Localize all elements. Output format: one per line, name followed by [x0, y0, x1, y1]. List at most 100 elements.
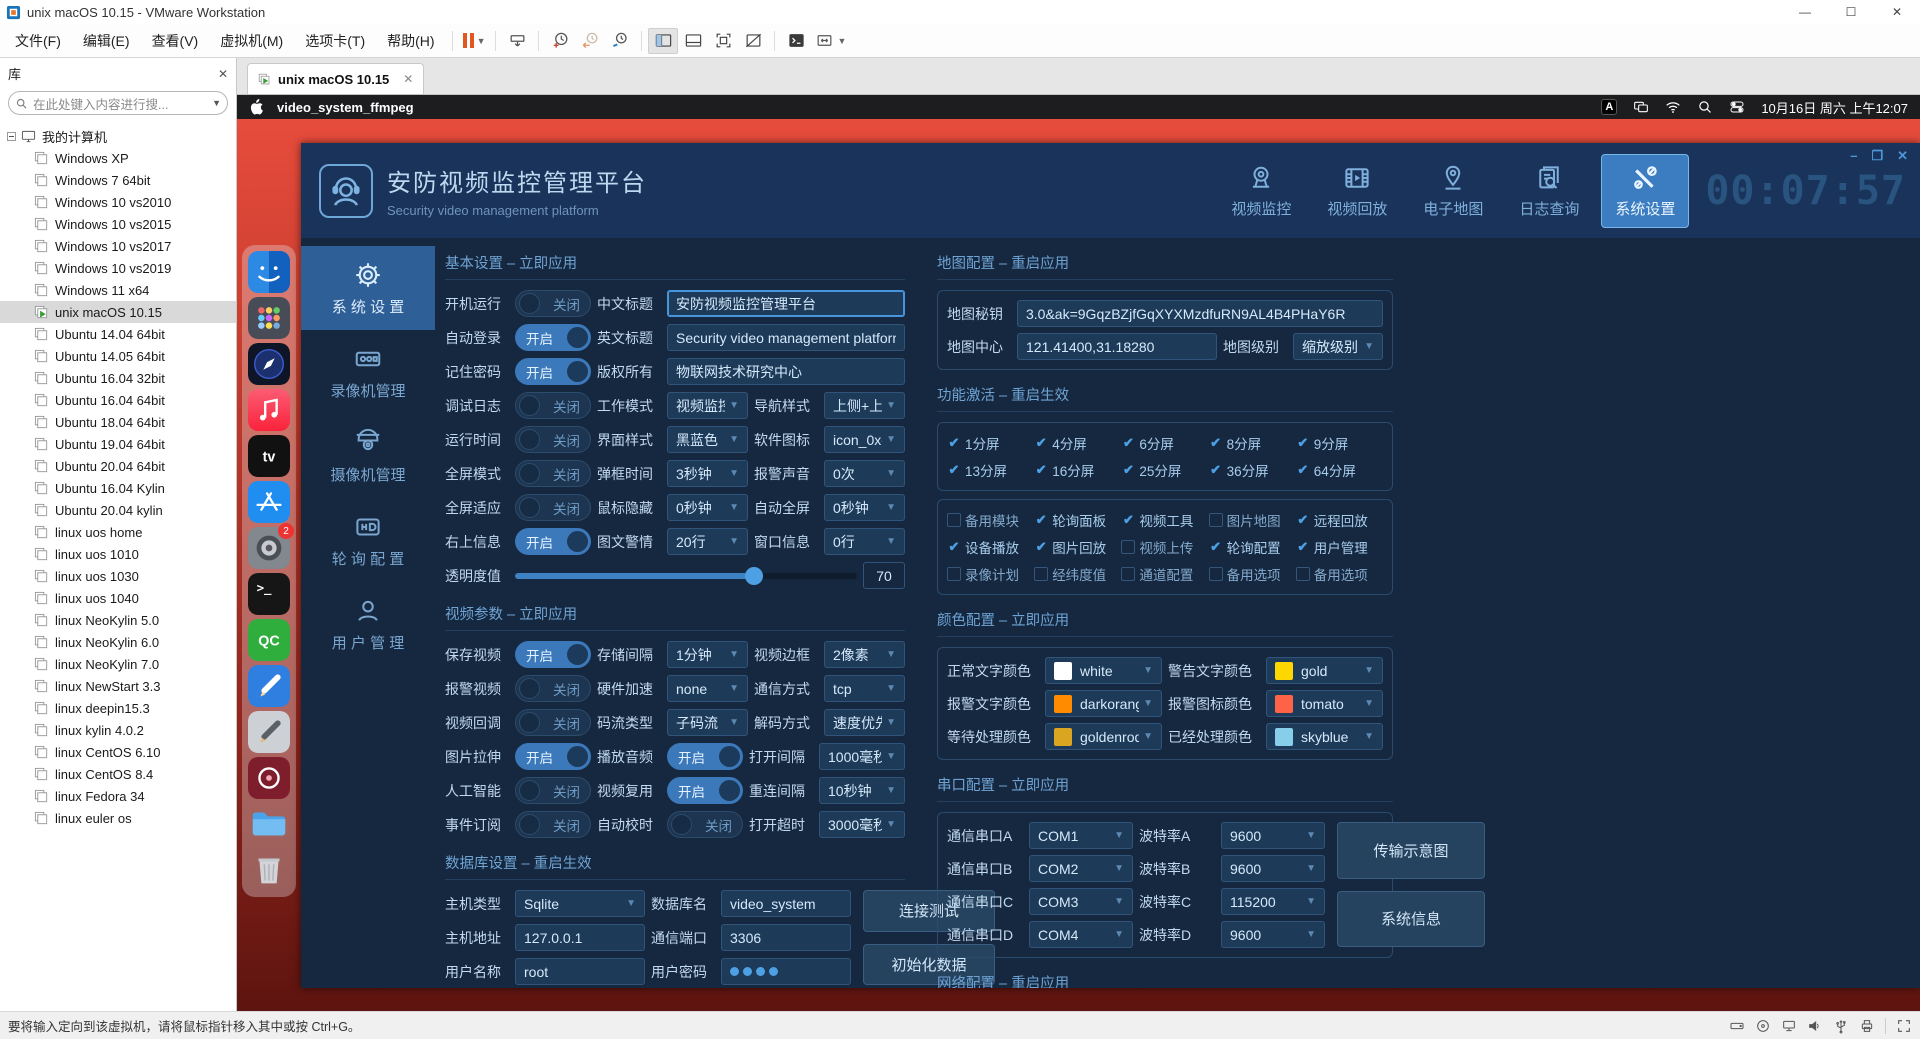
side-nav-item-rec[interactable]: 录像机管理: [301, 330, 435, 414]
toggle[interactable]: 开启: [667, 743, 743, 770]
vm-item[interactable]: Windows 10 vs2015: [0, 213, 236, 235]
toggle[interactable]: 关闭: [515, 811, 591, 838]
tree-root[interactable]: 我的计算机: [0, 125, 236, 147]
vm-item[interactable]: Ubuntu 20.04 kylin: [0, 499, 236, 521]
tab-close-icon[interactable]: ✕: [403, 72, 413, 86]
menu-item[interactable]: 虚拟机(M): [209, 25, 294, 57]
menu-item[interactable]: 选项卡(T): [294, 25, 376, 57]
slider-knob[interactable]: [745, 566, 764, 585]
mac-app-name[interactable]: video_system_ffmpeg: [277, 100, 414, 115]
select[interactable]: COM4 ▼: [1029, 921, 1133, 948]
select[interactable]: 1000毫秒 ▼: [819, 743, 905, 770]
checkbox[interactable]: 通道配置: [1121, 563, 1208, 585]
vm-item[interactable]: linux NeoKylin 6.0: [0, 631, 236, 653]
checkbox[interactable]: ✔ 4分屏: [1034, 432, 1121, 454]
checkbox[interactable]: ✔ 远程回放: [1296, 509, 1383, 531]
select[interactable]: 0行 ▼: [824, 528, 905, 555]
select[interactable]: 10秒钟 ▼: [819, 777, 905, 804]
app-minimize-icon[interactable]: –: [1850, 148, 1857, 164]
wifi-icon[interactable]: [1665, 99, 1681, 115]
mac-datetime[interactable]: 10月16日 周六 上午12:07: [1761, 98, 1908, 117]
checkbox[interactable]: 备用模块: [947, 509, 1034, 531]
toggle[interactable]: 关闭: [515, 675, 591, 702]
select[interactable]: 9600 ▼: [1221, 921, 1325, 948]
menu-item[interactable]: 查看(V): [141, 25, 210, 57]
select[interactable]: none ▼: [667, 675, 748, 702]
text-input[interactable]: video_system: [721, 890, 851, 917]
menu-item[interactable]: 帮助(H): [376, 25, 445, 57]
password-input[interactable]: [721, 958, 851, 985]
text-input[interactable]: 安防视频监控管理平台: [667, 290, 905, 317]
maximize-button[interactable]: ☐: [1828, 0, 1874, 24]
select[interactable]: 视频监控 ▼: [667, 392, 748, 419]
checkbox[interactable]: ✔ 设备播放: [947, 536, 1034, 558]
text-input[interactable]: Security video management platform: [667, 324, 905, 351]
color-select[interactable]: goldenrod ▼: [1045, 723, 1162, 750]
select[interactable]: tcp ▼: [824, 675, 905, 702]
dock-item-preferences[interactable]: 2: [248, 523, 294, 569]
vm-item[interactable]: linux CentOS 8.4: [0, 763, 236, 785]
dock-item-tool-blue[interactable]: [248, 665, 290, 707]
select[interactable]: 黑蓝色 ▼: [667, 426, 748, 453]
color-select[interactable]: skyblue ▼: [1266, 723, 1383, 750]
control-center-icon[interactable]: [1729, 99, 1745, 115]
checkbox[interactable]: 录像计划: [947, 563, 1034, 585]
fullscreen-button[interactable]: [708, 28, 738, 54]
tree-expander-icon[interactable]: [7, 131, 16, 141]
apple-icon[interactable]: [249, 99, 263, 115]
vm-item[interactable]: linux NewStart 3.3: [0, 675, 236, 697]
select[interactable]: Sqlite ▼: [515, 890, 645, 917]
checkbox[interactable]: ✔ 13分屏: [947, 459, 1034, 481]
vm-item[interactable]: Ubuntu 16.04 32bit: [0, 367, 236, 389]
toggle[interactable]: 开启: [515, 528, 591, 555]
dock-item-qc[interactable]: QC: [248, 619, 290, 661]
dock-item-folder[interactable]: [248, 803, 290, 845]
checkbox[interactable]: ✔ 图片回放: [1034, 536, 1121, 558]
text-input[interactable]: 3306: [721, 924, 851, 951]
text-input[interactable]: root: [515, 958, 645, 985]
menu-item[interactable]: 编辑(E): [72, 25, 141, 57]
dock-item-appstore[interactable]: [248, 481, 290, 523]
hard-disk-icon[interactable]: [1729, 1018, 1745, 1034]
vm-item[interactable]: linux uos 1040: [0, 587, 236, 609]
color-select[interactable]: white ▼: [1045, 657, 1162, 684]
top-nav-item-tools[interactable]: 系统设置: [1601, 153, 1690, 228]
side-nav-item-user[interactable]: 用 户 管 理: [301, 582, 435, 666]
vm-item[interactable]: linux uos 1010: [0, 543, 236, 565]
color-select[interactable]: darkorange ▼: [1045, 690, 1162, 717]
dock-item-media[interactable]: [248, 757, 290, 799]
screen-mirroring-icon[interactable]: [1633, 99, 1649, 115]
select[interactable]: COM2 ▼: [1029, 855, 1133, 882]
toggle[interactable]: 关闭: [515, 709, 591, 736]
vm-item[interactable]: Ubuntu 18.04 64bit: [0, 411, 236, 433]
text-input[interactable]: 3.0&ak=9GqzBZjfGqXYXMzdfuRN9AL4B4PHaY6R: [1017, 300, 1383, 327]
checkbox[interactable]: ✔ 16分屏: [1034, 459, 1121, 481]
text-input[interactable]: 物联网技术研究中心: [667, 358, 905, 385]
checkbox[interactable]: 备用选项: [1208, 563, 1296, 585]
printer-icon[interactable]: [1859, 1018, 1875, 1034]
network-adapter-icon[interactable]: [1781, 1018, 1797, 1034]
vm-item[interactable]: linux NeoKylin 5.0: [0, 609, 236, 631]
input-source-icon[interactable]: A: [1601, 99, 1618, 115]
select[interactable]: 子码流 ▼: [667, 709, 748, 736]
checkbox[interactable]: ✔ 轮询配置: [1209, 536, 1296, 558]
checkbox[interactable]: ✔ 6分屏: [1121, 432, 1208, 454]
select[interactable]: 3秒钟 ▼: [667, 460, 748, 487]
vm-item[interactable]: linux Fedora 34: [0, 785, 236, 807]
vm-item[interactable]: Windows 10 vs2019: [0, 257, 236, 279]
select[interactable]: 2像素 ▼: [824, 641, 905, 668]
action-button[interactable]: 传输示意图: [1337, 822, 1485, 879]
dock-item-appletv[interactable]: tv: [248, 435, 290, 477]
snapshot-manager-button[interactable]: [605, 28, 635, 54]
toggle[interactable]: 开启: [515, 743, 591, 770]
toggle[interactable]: 开启: [667, 777, 743, 804]
toggle[interactable]: 关闭: [515, 392, 591, 419]
select[interactable]: 上侧+上侧▼: [824, 392, 905, 419]
side-nav-item-dome[interactable]: 摄像机管理: [301, 414, 435, 498]
vm-search-input[interactable]: 在此处键入内容进行搜... ▼: [8, 91, 228, 115]
select[interactable]: 3000毫秒 ▼: [819, 811, 905, 838]
checkbox[interactable]: 备用选项: [1295, 563, 1383, 585]
menu-item[interactable]: 文件(F): [4, 25, 72, 57]
unity-button[interactable]: [738, 28, 768, 54]
select[interactable]: COM3 ▼: [1029, 888, 1133, 915]
